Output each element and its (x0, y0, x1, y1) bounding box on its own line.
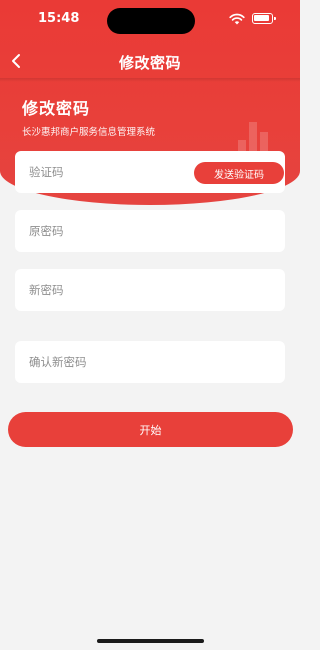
page-title: 修改密码 (118, 54, 181, 72)
confirm-password-input[interactable] (29, 341, 269, 383)
new-password-field (15, 269, 285, 311)
new-password-input[interactable] (29, 269, 269, 311)
dynamic-island (107, 8, 195, 34)
home-indicator (97, 639, 204, 643)
battery-icon (252, 13, 276, 24)
hero-title: 修改密码 (22, 99, 91, 118)
old-password-input[interactable] (29, 210, 269, 252)
verification-code-field: 发送验证码 (15, 151, 285, 193)
navigation-bar: 修改密码 (0, 44, 300, 78)
hero-subtitle: 长沙惠邦商户服务信息管理系统 (22, 127, 156, 138)
start-button[interactable]: 开始 (8, 412, 293, 447)
send-code-button[interactable]: 发送验证码 (194, 162, 284, 184)
status-time: 15:48 (38, 11, 80, 26)
confirm-password-field (15, 341, 285, 383)
status-bar: 15:48 (0, 0, 300, 40)
wifi-icon (229, 13, 245, 25)
nav-divider (0, 78, 300, 82)
old-password-field (15, 210, 285, 252)
verification-code-input[interactable] (29, 151, 189, 193)
